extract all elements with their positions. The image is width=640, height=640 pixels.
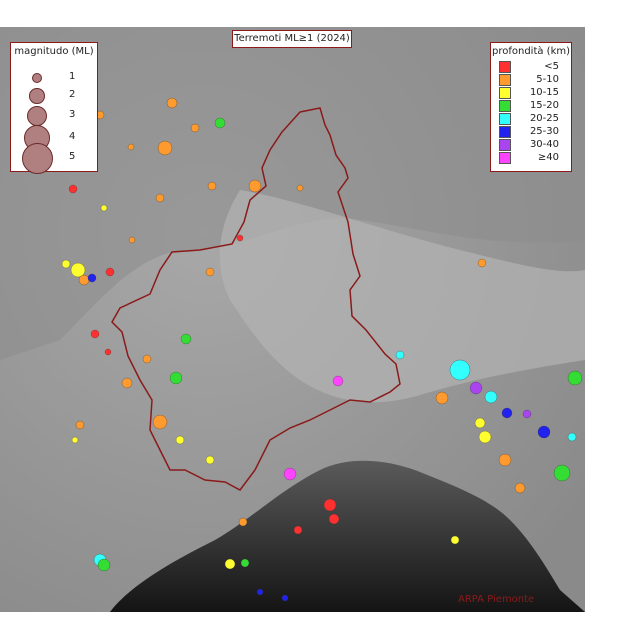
earthquake-marker — [238, 517, 248, 527]
map-title: Terremoti ML≥1 (2024) — [232, 30, 352, 48]
earthquake-marker — [90, 329, 100, 339]
earthquake-marker — [296, 184, 304, 192]
earthquake-marker — [323, 498, 337, 512]
magnitude-legend-label: 1 — [69, 71, 76, 82]
depth-color-swatch — [499, 139, 511, 151]
earthquake-marker — [484, 390, 498, 404]
depth-color-swatch — [499, 100, 511, 112]
earthquake-marker — [537, 425, 551, 439]
earthquake-marker — [169, 371, 183, 385]
earthquake-marker — [449, 359, 471, 381]
earthquake-marker — [435, 391, 449, 405]
depth-color-swatch — [499, 113, 511, 125]
earthquake-marker — [68, 184, 78, 194]
earthquake-marker — [281, 594, 289, 602]
earthquake-marker — [157, 140, 173, 156]
earthquake-marker — [155, 193, 165, 203]
earthquake-marker — [121, 377, 133, 389]
magnitude-legend-label: 5 — [69, 151, 76, 162]
earthquake-marker — [214, 117, 226, 129]
earthquake-marker — [205, 455, 215, 465]
earthquake-marker — [207, 181, 217, 191]
depth-color-swatch — [499, 87, 511, 99]
magnitude-symbol — [29, 88, 45, 104]
depth-legend: profondità (km) <5 5-10 10-15 15-20 20-25 25-… — [490, 42, 572, 172]
earthquake-marker — [478, 430, 492, 444]
earthquake-marker — [293, 525, 303, 535]
earthquake-marker — [256, 588, 264, 596]
earthquake-marker — [105, 267, 115, 277]
earthquake-marker — [87, 273, 97, 283]
magnitude-legend: magnitudo (ML) 1 2 3 4 5 — [10, 42, 98, 174]
earthquake-marker — [236, 234, 244, 242]
earthquake-marker — [522, 409, 532, 419]
earthquake-marker — [78, 274, 90, 286]
earthquake-marker — [205, 267, 215, 277]
earthquake-marker — [100, 204, 108, 212]
depth-legend-label: 20-25 — [529, 113, 559, 124]
earthquake-marker — [127, 143, 135, 151]
depth-legend-label: 25-30 — [529, 126, 559, 137]
magnitude-symbol — [26, 105, 48, 127]
earthquake-marker — [104, 348, 112, 356]
earthquake-marker — [175, 435, 185, 445]
magnitude-symbol — [31, 72, 43, 84]
earthquake-marker — [567, 370, 583, 386]
depth-legend-title: profondità (km) — [491, 46, 571, 57]
earthquake-marker — [328, 513, 340, 525]
depth-color-swatch — [499, 61, 511, 73]
magnitude-legend-label: 4 — [69, 131, 76, 142]
credit-label: ARPA Piemonte — [458, 594, 535, 605]
earthquake-marker — [142, 354, 152, 364]
earthquake-marker — [166, 97, 178, 109]
earthquake-marker — [71, 436, 79, 444]
earthquake-marker — [61, 259, 71, 269]
earthquake-marker — [450, 535, 460, 545]
earthquake-marker — [474, 417, 486, 429]
depth-color-swatch — [499, 152, 511, 164]
depth-color-swatch — [499, 126, 511, 138]
earthquake-marker — [97, 558, 111, 572]
earthquake-marker — [514, 482, 526, 494]
depth-legend-label: 5-10 — [536, 74, 559, 85]
earthquake-marker — [501, 407, 513, 419]
depth-legend-label: 30-40 — [529, 139, 559, 150]
magnitude-symbol — [21, 142, 53, 174]
earthquake-marker — [180, 333, 192, 345]
earthquake-marker — [498, 453, 512, 467]
magnitude-legend-label: 3 — [69, 109, 76, 120]
depth-color-swatch — [499, 74, 511, 86]
earthquake-marker — [240, 558, 250, 568]
earthquake-marker — [70, 262, 86, 278]
earthquake-marker — [469, 381, 483, 395]
depth-legend-label: 10-15 — [529, 87, 559, 98]
earthquake-marker — [75, 420, 85, 430]
earthquake-marker — [152, 414, 168, 430]
depth-legend-label: ≥40 — [537, 152, 559, 163]
earthquake-marker — [248, 179, 262, 193]
earthquake-marker — [283, 467, 297, 481]
depth-legend-label: 15-20 — [529, 100, 559, 111]
depth-legend-label: <5 — [544, 61, 559, 72]
earthquake-marker — [553, 464, 571, 482]
magnitude-legend-title: magnitudo (ML) — [14, 46, 94, 57]
earthquake-marker — [567, 432, 577, 442]
magnitude-legend-label: 2 — [69, 89, 76, 100]
earthquake-marker — [332, 375, 344, 387]
earthquake-marker — [224, 558, 236, 570]
earthquake-marker — [190, 123, 200, 133]
earthquake-marker — [477, 258, 487, 268]
earthquake-marker — [128, 236, 136, 244]
earthquake-marker — [395, 350, 405, 360]
